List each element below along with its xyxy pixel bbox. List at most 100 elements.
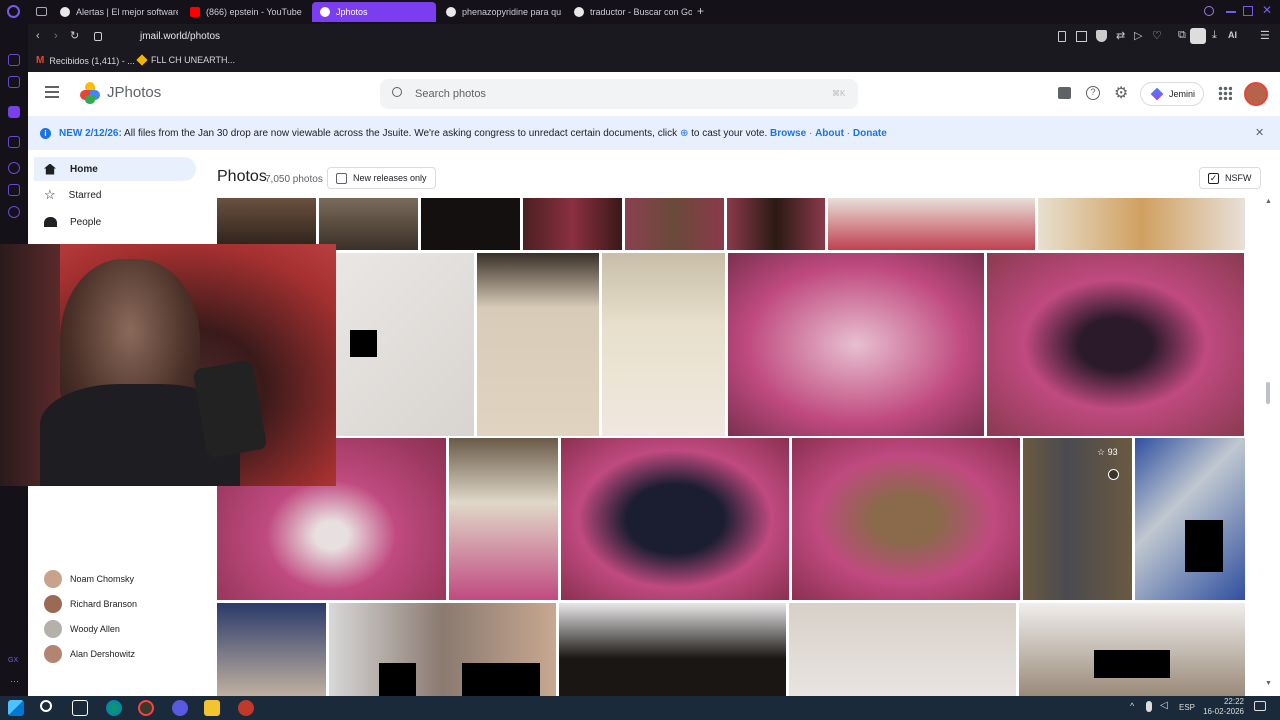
sidebar-item-home[interactable]: Home bbox=[34, 157, 196, 181]
opera-gx-icon[interactable] bbox=[138, 700, 154, 716]
sidebar-messenger-icon[interactable] bbox=[8, 76, 20, 88]
photo-thumbnail[interactable] bbox=[1019, 603, 1245, 696]
tab-strip-icon[interactable] bbox=[36, 7, 47, 16]
scrollbar[interactable]: ▲ ▼ bbox=[1264, 198, 1272, 690]
app-icon[interactable] bbox=[238, 700, 254, 716]
photo-thumbnail[interactable] bbox=[792, 438, 1020, 600]
settings-icon[interactable] bbox=[8, 206, 20, 218]
menu-icon[interactable]: ☰ bbox=[1260, 29, 1270, 42]
url-field[interactable]: jmail.world/photos bbox=[140, 31, 220, 42]
close-banner-icon[interactable]: ✕ bbox=[1255, 126, 1264, 139]
person-item[interactable]: Noam Chomsky bbox=[44, 569, 134, 589]
language-indicator[interactable]: ESP bbox=[1179, 703, 1195, 712]
sidebar-app-icon[interactable] bbox=[8, 136, 20, 148]
snapshot-icon[interactable] bbox=[1076, 31, 1087, 42]
photo-thumbnail[interactable] bbox=[728, 253, 984, 436]
photo-thumbnail[interactable] bbox=[625, 198, 724, 250]
back-icon[interactable]: ‹ bbox=[36, 30, 40, 42]
bookmark-gmail[interactable]: M Recibidos (1,411) - ... bbox=[36, 55, 135, 66]
magnify-icon[interactable]: ⊕ bbox=[680, 128, 688, 139]
discord-icon[interactable] bbox=[172, 700, 188, 716]
search-input[interactable]: Search photos bbox=[415, 88, 486, 100]
photo-thumbnail[interactable] bbox=[559, 603, 786, 696]
more-icon[interactable]: ··· bbox=[10, 676, 19, 686]
photo-thumbnail[interactable]: ☆ 93 bbox=[1023, 438, 1132, 600]
photo-thumbnail[interactable] bbox=[1038, 198, 1245, 250]
search-tabs-icon[interactable] bbox=[1204, 6, 1214, 16]
photo-thumbnail[interactable] bbox=[602, 253, 725, 436]
photo-thumbnail[interactable] bbox=[449, 438, 558, 600]
minimize-icon[interactable] bbox=[1226, 11, 1236, 13]
photo-thumbnail[interactable] bbox=[217, 603, 326, 696]
photo-thumbnail[interactable] bbox=[828, 198, 1035, 250]
heart-icon[interactable]: ♡ bbox=[1152, 29, 1162, 42]
star-count-badge[interactable]: ☆ 93 bbox=[1097, 447, 1118, 458]
photo-thumbnail[interactable] bbox=[421, 198, 520, 250]
extensions-icon[interactable]: ⧉ bbox=[1178, 29, 1186, 42]
donate-link[interactable]: Donate bbox=[853, 128, 887, 139]
task-view-icon[interactable] bbox=[72, 700, 88, 716]
zoom-icon[interactable] bbox=[1108, 469, 1119, 480]
bookmark-icon[interactable] bbox=[1058, 31, 1066, 42]
close-window-icon[interactable]: ✕ bbox=[1262, 3, 1272, 17]
person-item[interactable]: Woody Allen bbox=[44, 619, 120, 639]
photo-thumbnail[interactable] bbox=[789, 603, 1016, 696]
tab-traductor[interactable]: traductor - Buscar con Go bbox=[566, 2, 692, 22]
hamburger-menu-icon[interactable] bbox=[45, 86, 59, 98]
app-title[interactable]: JPhotos bbox=[107, 84, 161, 101]
search-icon[interactable] bbox=[40, 700, 52, 712]
notifications-icon[interactable] bbox=[1254, 701, 1266, 711]
microphone-icon[interactable] bbox=[1146, 701, 1152, 712]
reload-icon[interactable]: ↻ bbox=[70, 29, 79, 42]
new-releases-filter[interactable]: New releases only bbox=[327, 167, 436, 189]
play-icon[interactable]: ▷ bbox=[1134, 29, 1142, 42]
clock[interactable]: 22:22 16-02-2026 bbox=[1202, 697, 1244, 717]
translate-icon[interactable]: ⇄ bbox=[1116, 29, 1125, 42]
nsfw-toggle[interactable]: ✓ NSFW bbox=[1199, 167, 1261, 189]
tab-phenazopyridine[interactable]: phenazopyridine para qu bbox=[438, 2, 564, 22]
person-item[interactable]: Richard Branson bbox=[44, 594, 137, 614]
browse-link[interactable]: Browse bbox=[770, 128, 806, 139]
scrollbar-thumb[interactable] bbox=[1266, 382, 1270, 404]
photo-thumbnail[interactable] bbox=[561, 438, 789, 600]
edge-icon[interactable] bbox=[106, 700, 122, 716]
apps-grid-icon[interactable] bbox=[1218, 86, 1232, 100]
twitch-icon[interactable] bbox=[8, 106, 20, 118]
feedback-icon[interactable] bbox=[1058, 87, 1071, 99]
photo-thumbnail[interactable] bbox=[329, 603, 556, 696]
sidebar-item-people[interactable]: People bbox=[34, 210, 196, 234]
windows-start-icon[interactable] bbox=[8, 700, 24, 716]
scroll-down-icon[interactable]: ▼ bbox=[1265, 680, 1272, 687]
photo-thumbnail[interactable] bbox=[523, 198, 622, 250]
tab-youtube[interactable]: (866) epstein - YouTube bbox=[182, 2, 310, 22]
scroll-up-icon[interactable]: ▲ bbox=[1265, 198, 1272, 205]
ai-button[interactable]: AI bbox=[1228, 30, 1237, 40]
file-explorer-icon[interactable] bbox=[204, 700, 220, 716]
shield-icon[interactable] bbox=[1096, 30, 1107, 42]
photo-thumbnail[interactable] bbox=[319, 198, 418, 250]
tab-jphotos[interactable]: Jphotos bbox=[312, 2, 436, 22]
photo-thumbnail[interactable] bbox=[217, 198, 316, 250]
history-icon[interactable] bbox=[8, 162, 20, 174]
jemini-button[interactable]: Jemini bbox=[1140, 82, 1204, 106]
tab-alertas[interactable]: Alertas | El mejor software bbox=[52, 2, 178, 22]
volume-icon[interactable]: ◁ bbox=[1160, 700, 1168, 711]
sidebar-app-icon[interactable] bbox=[8, 184, 20, 196]
forward-icon[interactable]: › bbox=[54, 30, 58, 42]
tray-chevron-icon[interactable]: ^ bbox=[1130, 701, 1134, 711]
new-tab-button[interactable]: + bbox=[697, 4, 704, 18]
person-item[interactable]: Alan Dershowitz bbox=[44, 644, 135, 664]
download-icon[interactable]: ⤓ bbox=[1212, 29, 1217, 42]
avatar[interactable] bbox=[1244, 82, 1268, 106]
maximize-icon[interactable] bbox=[1243, 6, 1253, 16]
photo-thumbnail[interactable] bbox=[987, 253, 1244, 436]
bookmark-fll[interactable]: FLL CH UNEARTH... bbox=[136, 54, 235, 66]
help-icon[interactable]: ? bbox=[1086, 86, 1100, 100]
search-bar[interactable]: Search photos ⌘K bbox=[380, 79, 858, 109]
opera-logo-icon[interactable] bbox=[7, 5, 20, 18]
sidebar-app-icon[interactable] bbox=[8, 54, 20, 66]
gx-icon[interactable]: GX bbox=[8, 657, 18, 664]
profile-icon[interactable] bbox=[1190, 28, 1206, 44]
about-link[interactable]: About bbox=[815, 128, 844, 139]
photo-thumbnail[interactable] bbox=[727, 198, 825, 250]
